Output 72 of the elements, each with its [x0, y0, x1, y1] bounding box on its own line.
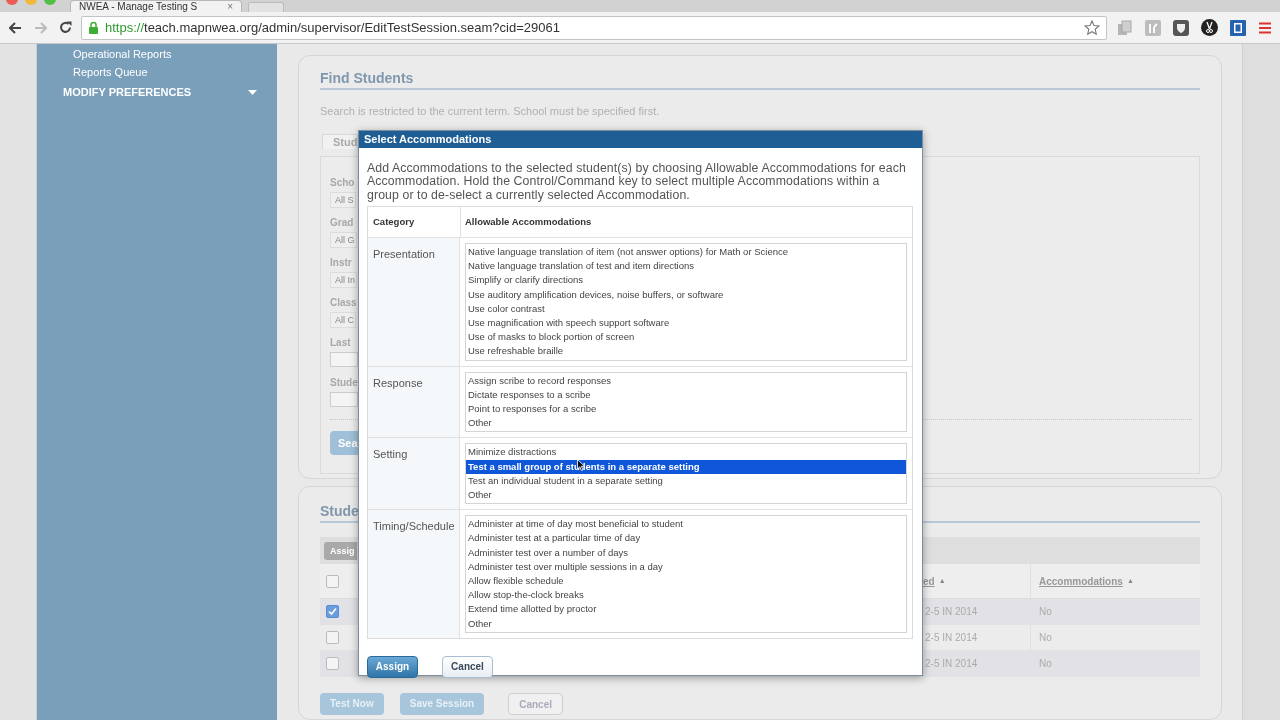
list-option[interactable]: Administer test over multiple sessions in a day [466, 559, 906, 575]
back-icon[interactable] [9, 21, 22, 34]
dialog-button[interactable]: Cancel [442, 655, 493, 678]
address-bar[interactable]: https://teach.mapnwea.org/admin/supervisor/EditTestSession.seam?cid=29061 [81, 15, 1107, 40]
field-label: Last [330, 336, 351, 350]
list-option[interactable]: Native language translation of item (not answer options) for Math or Science [466, 245, 906, 260]
list-option[interactable]: Native language translation of test and item directions [466, 259, 906, 274]
accommodation-list[interactable] [465, 243, 907, 361]
browser-tab[interactable]: NWEA - Manage Testing S × [70, 0, 242, 12]
category-label: Setting [373, 448, 408, 461]
list-option[interactable]: Assign scribe to record responses [466, 373, 906, 388]
list-option[interactable]: Other [466, 616, 906, 631]
category-label: Response [373, 376, 423, 389]
list-option[interactable]: Minimize distractions [466, 445, 906, 460]
text-field[interactable] [330, 352, 358, 367]
star-icon[interactable] [1084, 20, 1100, 35]
table-cell-text: No [1039, 657, 1052, 672]
field-label: Scho [330, 176, 355, 190]
shield-icon[interactable] [1173, 19, 1189, 36]
list-option[interactable]: Allow stop-the-clock breaks [466, 588, 906, 603]
list-option[interactable]: Use magnification with speech support software [466, 316, 906, 331]
forward-icon[interactable] [34, 21, 47, 34]
field-label: Instr [330, 256, 352, 270]
reload-icon[interactable] [59, 21, 72, 34]
list-option[interactable]: Use refreshable braille [466, 344, 906, 359]
list-option[interactable]: Other [466, 416, 906, 431]
list-option[interactable]: Simplify or clarify directions [466, 273, 906, 288]
dialog-title: Select Accommodations [364, 132, 492, 147]
column-header: Allowable Accommodations [460, 207, 592, 237]
list-option[interactable]: Dictate responses to a scribe [466, 387, 906, 403]
instructions-text: Add Accommodations to the selected student(s) by choosing Allowable Accommodations for each Accommodation. Hold the Control/Command key to select multiple Accommodations within a group or to de-select a currently selected Accommodation. [367, 161, 907, 202]
checkbox[interactable] [326, 574, 339, 588]
scissors-icon[interactable] [1201, 19, 1218, 36]
category-label: Presentation [373, 248, 435, 260]
list-option[interactable]: Administer at time of day most beneficial to student [466, 517, 906, 532]
list-option[interactable]: Point to responses for a scribe [466, 402, 906, 417]
accommodation-list[interactable] [465, 515, 907, 633]
window-controls-icon[interactable] [4, 0, 56, 5]
column-header: Category [372, 214, 416, 229]
copy-icon[interactable] [1117, 19, 1133, 36]
list-option[interactable]: Use of masks to block portion of screen [466, 330, 906, 345]
accommodation-list[interactable]: Assign scribe to record responses Dictate responses to a scribe Point to responses for a scribe Other [465, 371, 907, 433]
checkbox[interactable] [326, 657, 339, 671]
table-cell-text: No [1039, 631, 1052, 646]
checkbox[interactable] [326, 631, 339, 645]
field-label: Grad [330, 216, 354, 230]
table-cell-text: No [1039, 605, 1052, 620]
list-option[interactable]: Use auditory amplification devices, noise buffers, or software [466, 287, 906, 302]
list-option[interactable]: Administer test over a number of days [466, 545, 906, 560]
list-option[interactable]: Allow flexible schedule [466, 574, 906, 589]
extension-icon[interactable] [1145, 19, 1161, 36]
book-icon[interactable] [1230, 19, 1246, 36]
list-option[interactable]: Administer test at a particular time of day [466, 531, 906, 546]
table-cell-text: 2-5 IN 2014 [925, 631, 978, 646]
section-title: Find Students [320, 69, 415, 87]
lock-icon [88, 21, 99, 34]
list-option[interactable]: Use color contrast [466, 301, 906, 316]
dialog-button[interactable]: Assign [367, 655, 418, 678]
text-field[interactable] [330, 392, 358, 407]
list-option[interactable]: Extend time allotted by proctor [466, 602, 906, 617]
scrollbar[interactable] [1242, 44, 1280, 720]
section-title: Stude [320, 502, 360, 521]
category-label: Timing/Schedule [373, 520, 455, 533]
list-option[interactable]: Other [466, 488, 906, 503]
new-tab-button[interactable] [248, 2, 284, 12]
checkbox[interactable] [326, 605, 339, 619]
tab-close-button[interactable]: × [227, 1, 233, 12]
caret-icon [248, 89, 257, 95]
menu-icon[interactable] [1258, 21, 1272, 34]
field-label: Class [330, 296, 357, 310]
list-option[interactable]: Test an individual student in a separate setting [466, 473, 906, 489]
field-label: Stude [330, 376, 358, 390]
